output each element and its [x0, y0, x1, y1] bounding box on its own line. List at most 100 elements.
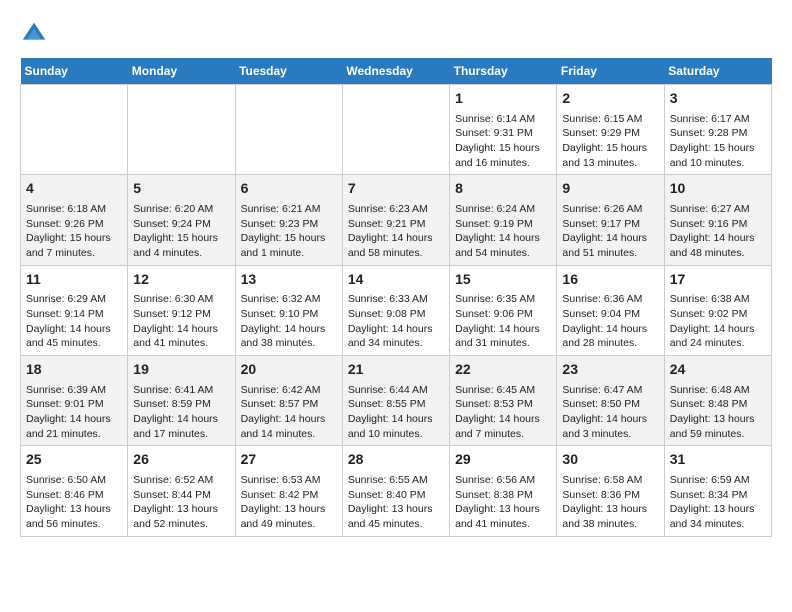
page-header [20, 20, 772, 48]
day-details: Sunrise: 6:15 AM Sunset: 9:29 PM Dayligh… [562, 112, 658, 171]
weekday-friday: Friday [557, 58, 664, 85]
day-details: Sunrise: 6:33 AM Sunset: 9:08 PM Dayligh… [348, 292, 444, 351]
weekday-tuesday: Tuesday [235, 58, 342, 85]
calendar-cell [21, 85, 128, 175]
calendar-cell: 26 Sunrise: 6:52 AM Sunset: 8:44 PM Dayli… [128, 446, 235, 536]
day-details: Sunrise: 6:45 AM Sunset: 8:53 PM Dayligh… [455, 383, 551, 442]
calendar-cell: 21 Sunrise: 6:44 AM Sunset: 8:55 PM Dayli… [342, 356, 449, 446]
calendar-cell: 11Sunrise: 6:29 AM Sunset: 9:14 PM Dayli… [21, 265, 128, 355]
calendar-cell: 23 Sunrise: 6:47 AM Sunset: 8:50 PM Dayli… [557, 356, 664, 446]
day-details: Sunrise: 6:30 AM Sunset: 9:12 PM Dayligh… [133, 292, 229, 351]
calendar-cell: 31 Sunrise: 6:59 AM Sunset: 8:34 PM Dayli… [664, 446, 771, 536]
calendar-cell: 5Sunrise: 6:20 AM Sunset: 9:24 PM Daylig… [128, 175, 235, 265]
day-details: Sunrise: 6:35 AM Sunset: 9:06 PM Dayligh… [455, 292, 551, 351]
calendar-cell: 15Sunrise: 6:35 AM Sunset: 9:06 PM Dayli… [450, 265, 557, 355]
day-number: 12 [133, 270, 229, 290]
day-number: 21 [348, 360, 444, 380]
weekday-saturday: Saturday [664, 58, 771, 85]
day-number: 28 [348, 450, 444, 470]
calendar-cell: 20 Sunrise: 6:42 AM Sunset: 8:57 PM Dayli… [235, 356, 342, 446]
day-details: Sunrise: 6:59 AM Sunset: 8:34 PM Dayligh… [670, 473, 766, 532]
calendar-cell: 1 Sunrise: 6:14 AM Sunset: 9:31 PM Daylig… [450, 85, 557, 175]
calendar-cell: 14Sunrise: 6:33 AM Sunset: 9:08 PM Dayli… [342, 265, 449, 355]
logo-icon [20, 20, 48, 48]
day-details: Sunrise: 6:38 AM Sunset: 9:02 PM Dayligh… [670, 292, 766, 351]
day-number: 16 [562, 270, 658, 290]
calendar-cell: 13Sunrise: 6:32 AM Sunset: 9:10 PM Dayli… [235, 265, 342, 355]
day-details: Sunrise: 6:17 AM Sunset: 9:28 PM Dayligh… [670, 112, 766, 171]
day-number: 23 [562, 360, 658, 380]
calendar-cell [128, 85, 235, 175]
calendar-cell: 27Sunrise: 6:53 AM Sunset: 8:42 PM Dayli… [235, 446, 342, 536]
day-number: 24 [670, 360, 766, 380]
calendar-cell: 4 Sunrise: 6:18 AM Sunset: 9:26 PM Daylig… [21, 175, 128, 265]
calendar-cell: 17Sunrise: 6:38 AM Sunset: 9:02 PM Dayli… [664, 265, 771, 355]
day-number: 14 [348, 270, 444, 290]
day-details: Sunrise: 6:27 AM Sunset: 9:16 PM Dayligh… [670, 202, 766, 261]
day-number: 3 [670, 89, 766, 109]
day-number: 2 [562, 89, 658, 109]
day-details: Sunrise: 6:41 AM Sunset: 8:59 PM Dayligh… [133, 383, 229, 442]
day-details: Sunrise: 6:42 AM Sunset: 8:57 PM Dayligh… [241, 383, 337, 442]
day-number: 1 [455, 89, 551, 109]
day-number: 22 [455, 360, 551, 380]
calendar-cell: 25 Sunrise: 6:50 AM Sunset: 8:46 PM Dayli… [21, 446, 128, 536]
calendar-cell: 10 Sunrise: 6:27 AM Sunset: 9:16 PM Dayli… [664, 175, 771, 265]
day-details: Sunrise: 6:55 AM Sunset: 8:40 PM Dayligh… [348, 473, 444, 532]
day-number: 4 [26, 179, 122, 199]
week-row-4: 25 Sunrise: 6:50 AM Sunset: 8:46 PM Dayli… [21, 446, 772, 536]
calendar-cell: 22 Sunrise: 6:45 AM Sunset: 8:53 PM Dayli… [450, 356, 557, 446]
day-details: Sunrise: 6:36 AM Sunset: 9:04 PM Dayligh… [562, 292, 658, 351]
day-details: Sunrise: 6:18 AM Sunset: 9:26 PM Dayligh… [26, 202, 122, 261]
day-details: Sunrise: 6:24 AM Sunset: 9:19 PM Dayligh… [455, 202, 551, 261]
day-number: 6 [241, 179, 337, 199]
weekday-header-row: SundayMondayTuesdayWednesdayThursdayFrid… [21, 58, 772, 85]
calendar-cell: 8 Sunrise: 6:24 AM Sunset: 9:19 PM Daylig… [450, 175, 557, 265]
week-row-0: 1 Sunrise: 6:14 AM Sunset: 9:31 PM Daylig… [21, 85, 772, 175]
day-number: 7 [348, 179, 444, 199]
day-number: 25 [26, 450, 122, 470]
day-number: 26 [133, 450, 229, 470]
week-row-3: 18Sunrise: 6:39 AM Sunset: 9:01 PM Dayli… [21, 356, 772, 446]
day-number: 9 [562, 179, 658, 199]
day-number: 5 [133, 179, 229, 199]
weekday-monday: Monday [128, 58, 235, 85]
calendar-cell: 18Sunrise: 6:39 AM Sunset: 9:01 PM Dayli… [21, 356, 128, 446]
day-number: 20 [241, 360, 337, 380]
calendar-cell: 9 Sunrise: 6:26 AM Sunset: 9:17 PM Daylig… [557, 175, 664, 265]
day-details: Sunrise: 6:52 AM Sunset: 8:44 PM Dayligh… [133, 473, 229, 532]
day-details: Sunrise: 6:44 AM Sunset: 8:55 PM Dayligh… [348, 383, 444, 442]
calendar-cell: 24 Sunrise: 6:48 AM Sunset: 8:48 PM Dayli… [664, 356, 771, 446]
calendar-cell: 29 Sunrise: 6:56 AM Sunset: 8:38 PM Dayli… [450, 446, 557, 536]
week-row-1: 4 Sunrise: 6:18 AM Sunset: 9:26 PM Daylig… [21, 175, 772, 265]
day-details: Sunrise: 6:39 AM Sunset: 9:01 PM Dayligh… [26, 383, 122, 442]
day-details: Sunrise: 6:14 AM Sunset: 9:31 PM Dayligh… [455, 112, 551, 171]
day-details: Sunrise: 6:48 AM Sunset: 8:48 PM Dayligh… [670, 383, 766, 442]
calendar-cell [342, 85, 449, 175]
day-number: 29 [455, 450, 551, 470]
calendar-cell: 6Sunrise: 6:21 AM Sunset: 9:23 PM Daylig… [235, 175, 342, 265]
day-number: 11 [26, 270, 122, 290]
day-number: 17 [670, 270, 766, 290]
calendar-cell: 16Sunrise: 6:36 AM Sunset: 9:04 PM Dayli… [557, 265, 664, 355]
calendar-cell: 3 Sunrise: 6:17 AM Sunset: 9:28 PM Daylig… [664, 85, 771, 175]
calendar-cell: 2 Sunrise: 6:15 AM Sunset: 9:29 PM Daylig… [557, 85, 664, 175]
week-row-2: 11Sunrise: 6:29 AM Sunset: 9:14 PM Dayli… [21, 265, 772, 355]
day-number: 19 [133, 360, 229, 380]
calendar-cell [235, 85, 342, 175]
day-details: Sunrise: 6:56 AM Sunset: 8:38 PM Dayligh… [455, 473, 551, 532]
calendar-cell: 28 Sunrise: 6:55 AM Sunset: 8:40 PM Dayli… [342, 446, 449, 536]
calendar-cell: 30Sunrise: 6:58 AM Sunset: 8:36 PM Dayli… [557, 446, 664, 536]
day-details: Sunrise: 6:26 AM Sunset: 9:17 PM Dayligh… [562, 202, 658, 261]
day-number: 31 [670, 450, 766, 470]
day-number: 13 [241, 270, 337, 290]
day-details: Sunrise: 6:53 AM Sunset: 8:42 PM Dayligh… [241, 473, 337, 532]
day-details: Sunrise: 6:50 AM Sunset: 8:46 PM Dayligh… [26, 473, 122, 532]
weekday-wednesday: Wednesday [342, 58, 449, 85]
weekday-thursday: Thursday [450, 58, 557, 85]
day-number: 10 [670, 179, 766, 199]
day-details: Sunrise: 6:47 AM Sunset: 8:50 PM Dayligh… [562, 383, 658, 442]
day-number: 30 [562, 450, 658, 470]
day-number: 8 [455, 179, 551, 199]
calendar-cell: 7Sunrise: 6:23 AM Sunset: 9:21 PM Daylig… [342, 175, 449, 265]
